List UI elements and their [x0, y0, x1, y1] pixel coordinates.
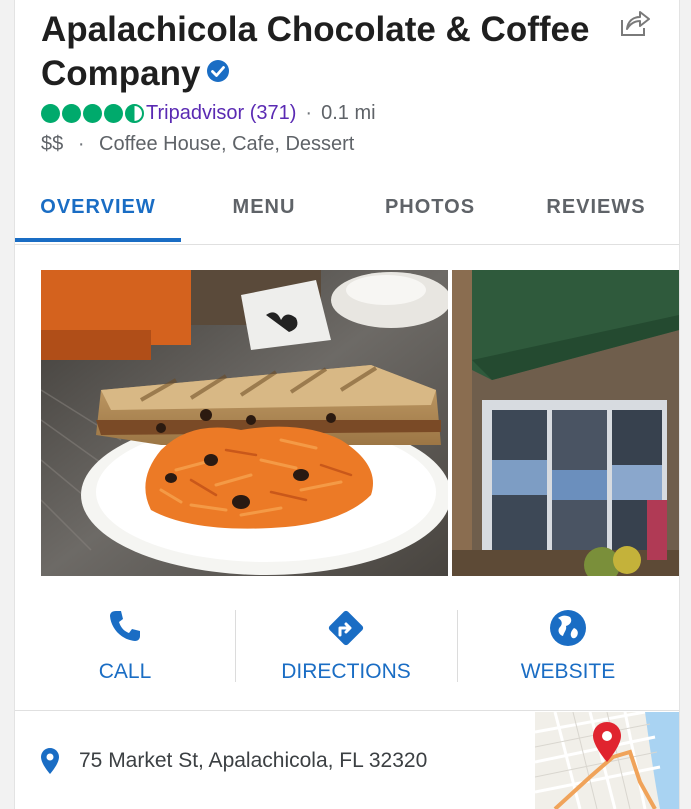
rating-bubble — [104, 103, 123, 123]
separator-dot: · — [77, 133, 85, 155]
call-button[interactable]: CALL — [15, 598, 235, 690]
tab-photos[interactable]: PHOTOS — [347, 180, 513, 243]
rating-bubbles — [41, 103, 144, 123]
place-card: Apalachicola Chocolate & Coffee Company … — [14, 0, 680, 809]
business-title: Apalachicola Chocolate & Coffee Company — [41, 8, 601, 96]
tab-menu[interactable]: MENU — [181, 180, 347, 243]
location-pin-icon — [41, 748, 59, 774]
business-name: Apalachicola Chocolate & Coffee Company — [41, 10, 590, 93]
tab-reviews[interactable]: REVIEWS — [513, 180, 679, 243]
website-label: WEBSITE — [520, 660, 616, 683]
photo-storefront[interactable] — [452, 270, 679, 576]
action-bar: CALL DIRECTIONS WEBSITE — [15, 598, 679, 690]
rating-bubble — [41, 103, 60, 123]
call-label: CALL — [98, 660, 152, 683]
rating-bubble — [83, 103, 102, 123]
address-row[interactable]: 75 Market St, Apalachicola, FL 32320 — [41, 748, 427, 774]
share-icon[interactable] — [619, 8, 651, 38]
globe-icon — [550, 610, 586, 646]
photo-sandwich[interactable] — [41, 270, 448, 576]
section-divider — [15, 710, 679, 711]
active-tab-indicator — [15, 238, 181, 242]
address-text: 75 Market St, Apalachicola, FL 32320 — [79, 749, 428, 772]
tripadvisor-reviews-link[interactable]: Tripadvisor (371) — [146, 102, 296, 125]
category-row: $$ · Coffee House, Cafe, Dessert — [41, 133, 354, 156]
directions-icon — [328, 610, 364, 646]
rating-bubble — [62, 103, 81, 123]
phone-icon — [110, 611, 140, 641]
separator-dot: · — [305, 101, 313, 124]
price-level: $$ — [41, 133, 64, 155]
distance: 0.1 mi — [321, 101, 376, 124]
website-button[interactable]: WEBSITE — [458, 598, 678, 690]
tab-bar: OVERVIEW MENU PHOTOS REVIEWS — [15, 180, 679, 245]
categories: Coffee House, Cafe, Dessert — [99, 133, 355, 155]
rating-bubble-half — [125, 103, 144, 123]
rating-row: Tripadvisor (371) · 0.1 mi — [41, 99, 376, 127]
map-thumbnail[interactable] — [535, 712, 679, 809]
directions-button[interactable]: DIRECTIONS — [236, 598, 456, 690]
directions-label: DIRECTIONS — [281, 660, 411, 683]
verified-check-icon — [207, 60, 230, 82]
tab-overview[interactable]: OVERVIEW — [15, 180, 181, 243]
